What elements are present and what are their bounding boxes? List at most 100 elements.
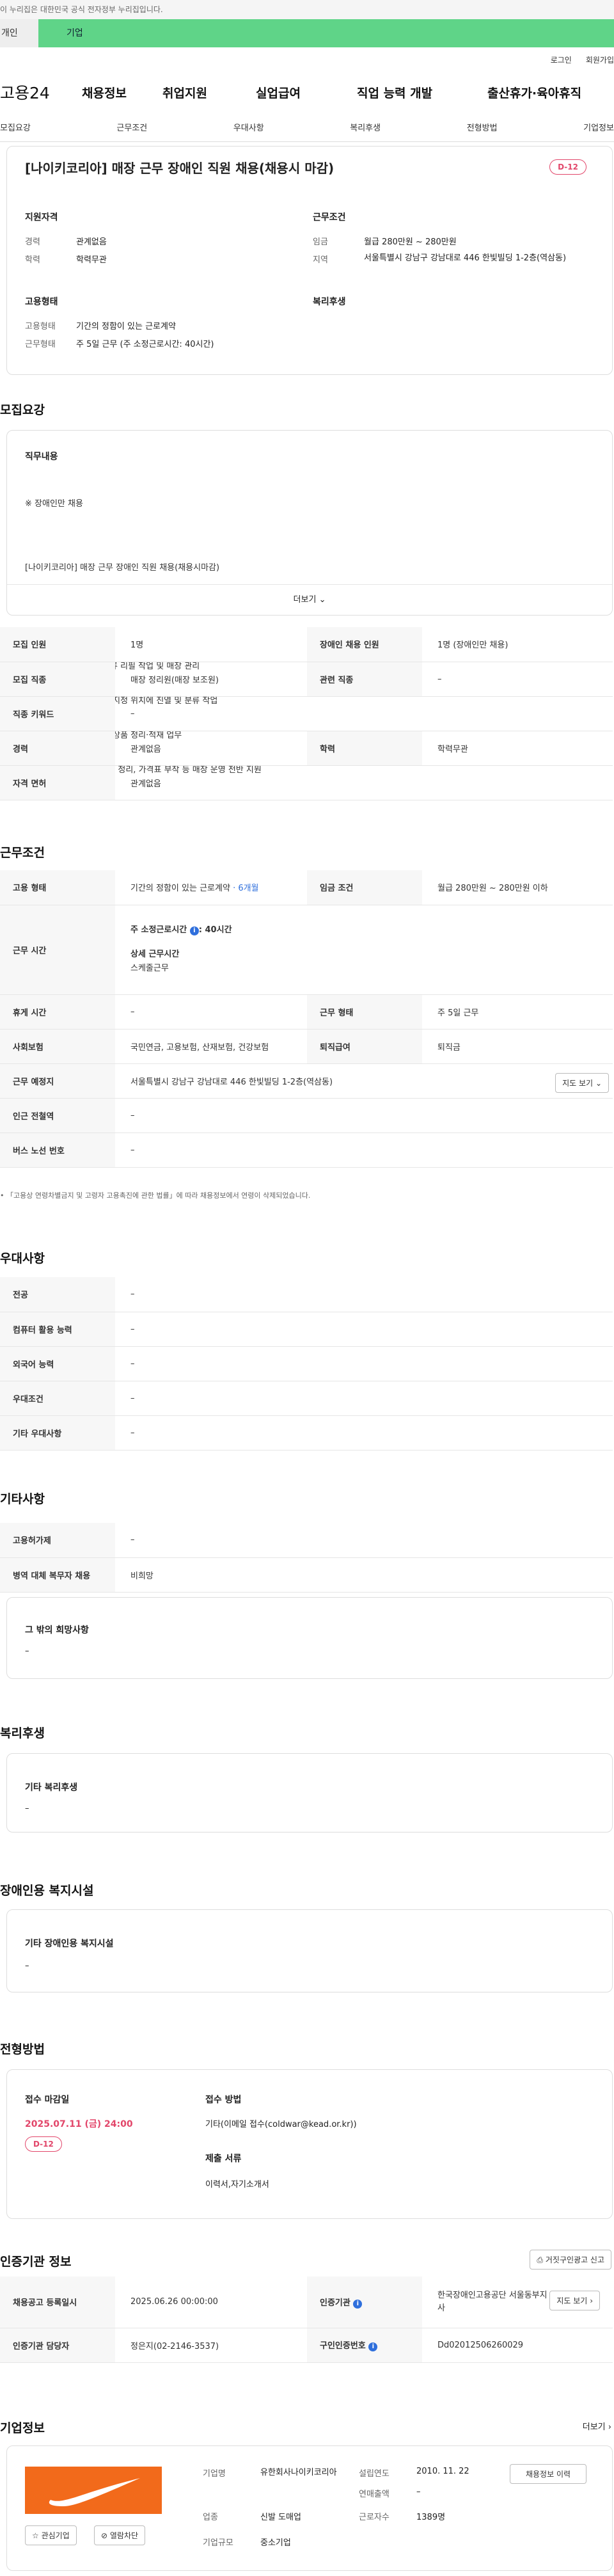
deadline-date: 2025.07.11 (금) 24:00 — [25, 2119, 133, 2129]
table-row: 인근 전철역 – — [0, 1098, 613, 1133]
user-type-tabs: 개인 기업 — [0, 19, 614, 47]
table-row: 전공 – — [0, 1277, 613, 1312]
gnb-unemployment[interactable]: 실업급여 — [256, 84, 357, 101]
exp-value: 관계없음 — [76, 237, 107, 247]
wage-label: 임금 — [313, 237, 328, 247]
etc-table: 고용허가제 – 병역 대체 복무자 채용 비희망 — [0, 1523, 613, 1593]
qual-heading: 지원자격 — [25, 212, 58, 223]
site-logo[interactable]: 고용24 — [0, 81, 82, 104]
cert-title: 인증기관 정보 — [0, 2255, 72, 2269]
table-row: 채용공고 등록일시 2025.06.26 00:00:00 인증기관 i 한국장애인고… — [0, 2277, 613, 2328]
job-title: [나이키코리아] 매장 근무 장애인 직원 채용(채용시 마감) — [25, 161, 335, 176]
table-row: 버스 노선 번호 – — [0, 1133, 613, 1168]
util-bar: 로그인 회원가입 — [0, 47, 614, 72]
subnav-pref[interactable]: 우대사항 — [233, 121, 264, 133]
duty-card: 직무내용 ※ 장애인만 채용 [나이키코리아] 매장 근무 장애인 직원 채용(… — [6, 430, 613, 775]
facility-card: 기타 장애인용 복지시설 – — [6, 1909, 613, 1992]
fav-company-button[interactable]: ☆ 관심기업 — [25, 2525, 77, 2545]
login-link[interactable]: 로그인 — [551, 54, 572, 65]
etc-title: 기타사항 — [0, 1492, 45, 1506]
chevron-down-icon: ⌄ — [319, 595, 326, 605]
company-more-link[interactable]: 더보기 › — [583, 2420, 611, 2432]
subnav-recruit[interactable]: 모집요강 — [0, 121, 31, 133]
block-button[interactable]: ⊘ 열람차단 — [94, 2525, 146, 2545]
worktime-value: 주 5일 근무 (주 소정근로시간: 40시간) — [76, 340, 214, 349]
welfare-heading: 복리후생 — [313, 297, 346, 307]
info-icon[interactable]: i — [368, 2342, 378, 2351]
more-button[interactable]: 더보기 ⌄ — [7, 584, 612, 615]
duty-line: ※ 장애인만 채용 — [25, 499, 83, 509]
nike-swoosh-icon — [49, 2478, 141, 2506]
emptype-label: 고용형태 — [25, 322, 56, 331]
recruit-title: 모집요강 — [0, 403, 45, 417]
hope-card: 그 밖의 희망사항 – — [6, 1597, 613, 1679]
job-summary-card: [나이키코리아] 매장 근무 장애인 직원 채용(채용시 마감) D-12 지원… — [6, 146, 613, 375]
emp-heading: 고용형태 — [25, 297, 58, 307]
section-nav: 모집요강 근무조건 우대사항 복리후생 전형방법 기업정보 — [0, 113, 614, 142]
table-row: 휴게 시간 – 근무 형태 주 5일 근무 — [0, 994, 613, 1030]
work-table: 고용 형태 기간의 정함이 있는 근로계약 · 6개월 임금 조건 월급 280만원 … — [0, 870, 613, 1168]
chevron-down-icon: ⌄ — [595, 1078, 602, 1088]
welfare-title: 복리후생 — [0, 1726, 45, 1740]
age-note: • 「고용상 연령차별금지 및 고령자 고용촉진에 관한 법률」에 따라 채용정… — [0, 1191, 311, 1200]
gnb-jobs[interactable]: 채용정보 — [82, 84, 162, 101]
area-value: 서울특별시 강남구 강남대로 446 한빛빌딩 1-2층(역삼동) — [364, 253, 567, 263]
gnb-employment-support[interactable]: 취업지원 — [162, 84, 256, 101]
report-icon: ⎙ — [537, 2255, 544, 2264]
facility-title: 장애인용 복지시설 — [0, 1884, 94, 1898]
edu-value: 학력무관 — [76, 255, 107, 265]
dday-badge: D-12 — [25, 2136, 62, 2152]
area-label: 지역 — [313, 255, 328, 265]
tab-company[interactable]: 기업 — [38, 19, 614, 47]
table-row: 자격 면허 관계없음 — [0, 765, 613, 800]
chevron-right-icon: › — [590, 2296, 593, 2305]
company-title: 기업정보 — [0, 2421, 45, 2435]
info-icon[interactable]: i — [189, 926, 199, 935]
wage-value: 월급 280만원 ~ 280만원 — [364, 237, 457, 247]
cond-heading: 근무조건 — [313, 212, 346, 223]
subnav-process[interactable]: 전형방법 — [467, 121, 498, 133]
info-icon[interactable]: i — [353, 2299, 363, 2309]
welfare-card: 기타 복리후생 – — [6, 1753, 613, 1833]
subnav-company[interactable]: 기업정보 — [583, 121, 614, 133]
subnav-welfare[interactable]: 복리후생 — [350, 121, 381, 133]
chevron-right-icon: › — [608, 2422, 611, 2432]
table-row: 모집 인원 1명 장애인 채용 인원 1명 (장애인만 채용) — [0, 627, 613, 662]
exp-label: 경력 — [25, 237, 40, 247]
duty-line: [나이키코리아] 매장 근무 장애인 직원 채용(채용시마감) — [25, 563, 220, 573]
company-card: ☆ 관심기업 ⊘ 열람차단 기업명 유한회사나이키코리아 업종 신발 도매업 기… — [6, 2445, 613, 2571]
table-row: 인증기관 담당자 정은지(02-2146-3537) 구인인증번호 i Dd02012… — [0, 2328, 613, 2363]
job-history-button[interactable]: 채용정보 이력 — [510, 2464, 586, 2484]
cert-table: 채용공고 등록일시 2025.06.26 00:00:00 인증기관 i 한국장애인고… — [0, 2277, 613, 2363]
tab-individual[interactable]: 개인 — [0, 19, 38, 47]
cert-map-button[interactable]: 지도 보기 › — [549, 2291, 600, 2310]
block-icon: ⊘ — [101, 2531, 108, 2540]
table-row: 고용허가제 – — [0, 1523, 613, 1558]
subnav-work[interactable]: 근무조건 — [116, 121, 147, 133]
table-row: 병역 대체 복무자 채용 비희망 — [0, 1557, 613, 1593]
gnb-training[interactable]: 직업 능력 개발 — [357, 84, 487, 101]
report-button[interactable]: ⎙ 거짓구인광고 신고 — [530, 2250, 611, 2270]
map-button[interactable]: 지도 보기 ⌄ — [555, 1072, 609, 1093]
signup-link[interactable]: 회원가입 — [586, 54, 614, 65]
table-row: 근무 시간 주 소정근로시간 i: 40시간 상세 근무시간 스케줄근무 — [0, 905, 613, 995]
table-row: 경력 관계없음 학력 학력무관 — [0, 731, 613, 766]
gov-banner: 이 누리집은 대한민국 공식 전자정부 누리집입니다. — [0, 0, 614, 19]
duty-heading: 직무내용 — [25, 452, 58, 462]
worktime-label: 근무형태 — [25, 340, 56, 349]
pref-table: 전공 – 컴퓨터 활용 능력 – 외국어 능력 – 우대조건 – 기타 우대사항 – — [0, 1277, 613, 1451]
star-icon: ☆ — [32, 2531, 39, 2540]
table-row: 고용 형태 기간의 정함이 있는 근로계약 · 6개월 임금 조건 월급 280만원 … — [0, 870, 613, 905]
company-logo — [25, 2467, 162, 2514]
process-title: 전형방법 — [0, 2042, 45, 2056]
gnb-leave[interactable]: 출산휴가·육아휴직 — [487, 84, 581, 101]
pref-title: 우대사항 — [0, 1252, 45, 1266]
table-row: 사회보험 국민연금, 고용보험, 산재보험, 건강보험 퇴직급여 퇴직금 — [0, 1029, 613, 1064]
global-nav: 고용24 채용정보 취업지원 실업급여 직업 능력 개발 출산휴가·육아휴직 — [0, 72, 614, 113]
table-row: 컴퓨터 활용 능력 – — [0, 1312, 613, 1347]
table-row: 근무 예정지 서울특별시 강남구 강남대로 446 한빛빌딩 1-2층(역삼동) 지… — [0, 1063, 613, 1099]
recruit-table: 모집 인원 1명 장애인 채용 인원 1명 (장애인만 채용) 모집 직종 매장 정리원… — [0, 627, 613, 800]
table-row: 직종 키워드 – — [0, 696, 613, 731]
table-row: 기타 우대사항 – — [0, 1415, 613, 1451]
table-row: 외국어 능력 – — [0, 1346, 613, 1381]
